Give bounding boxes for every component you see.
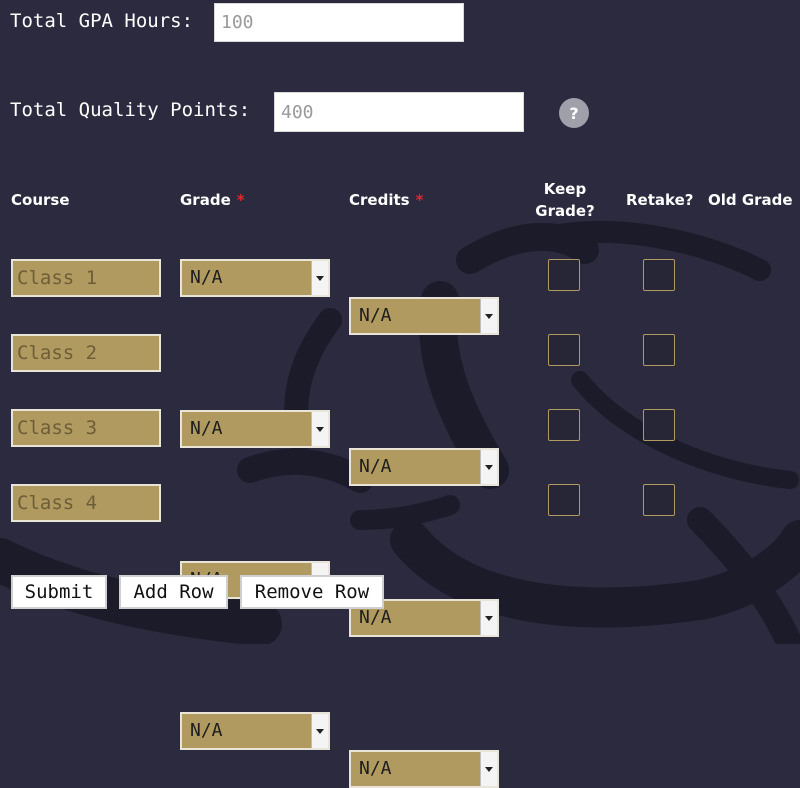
retake-checkbox-1[interactable] <box>643 259 675 291</box>
quality-points-label: Total Quality Points: <box>10 99 251 121</box>
credits-select-value: N/A <box>359 305 392 326</box>
keep-grade-checkbox-1[interactable] <box>548 259 580 291</box>
quality-points-input[interactable] <box>274 92 524 132</box>
grade-select-4[interactable]: N/A <box>180 712 330 750</box>
grade-select-1[interactable]: N/A <box>180 259 330 297</box>
required-marker: * <box>236 191 245 209</box>
keep-grade-checkbox-3[interactable] <box>548 409 580 441</box>
header-keep-grade-line1: Keep <box>543 180 587 198</box>
grade-select-value: N/A <box>190 267 223 288</box>
course-input-4[interactable] <box>11 484 161 522</box>
keep-grade-checkbox-2[interactable] <box>548 334 580 366</box>
chevron-down-icon <box>480 450 497 484</box>
credits-select-4[interactable]: N/A <box>349 750 499 788</box>
chevron-down-icon <box>480 299 497 333</box>
header-course: Course <box>11 189 70 211</box>
retake-checkbox-2[interactable] <box>643 334 675 366</box>
retake-checkbox-4[interactable] <box>643 484 675 516</box>
course-input-1[interactable] <box>11 259 161 297</box>
retake-checkbox-3[interactable] <box>643 409 675 441</box>
remove-row-button[interactable]: Remove Row <box>240 575 384 609</box>
credits-select-1[interactable]: N/A <box>349 297 499 335</box>
credits-select-value: N/A <box>359 456 392 477</box>
chevron-down-icon <box>311 261 328 295</box>
header-old-grade: Old Grade <box>708 191 793 209</box>
header-grade-text: Grade <box>180 191 231 209</box>
header-keep-grade-line2: Grade? <box>535 202 595 220</box>
credits-select-value: N/A <box>359 758 392 779</box>
submit-button[interactable]: Submit <box>11 575 107 609</box>
header-credits-text: Credits <box>349 191 410 209</box>
header-grade: Grade * <box>180 189 245 211</box>
chevron-down-icon <box>480 601 497 635</box>
header-course-text: Course <box>11 191 70 209</box>
credits-select-value: N/A <box>359 607 392 628</box>
chevron-down-icon <box>311 412 328 446</box>
grade-select-value: N/A <box>190 720 223 741</box>
required-marker: * <box>415 191 424 209</box>
grade-select-2[interactable]: N/A <box>180 410 330 448</box>
gpa-hours-label: Total GPA Hours: <box>10 10 194 32</box>
grade-select-value: N/A <box>190 418 223 439</box>
chevron-down-icon <box>480 752 497 786</box>
header-credits: Credits * <box>349 189 423 211</box>
help-icon[interactable]: ? <box>559 98 589 128</box>
keep-grade-checkbox-4[interactable] <box>548 484 580 516</box>
add-row-button[interactable]: Add Row <box>119 575 228 609</box>
gpa-hours-input[interactable] <box>214 3 464 42</box>
course-input-3[interactable] <box>11 409 161 447</box>
header-keep-grade: Keep Grade? <box>522 178 608 222</box>
chevron-down-icon <box>311 714 328 748</box>
header-retake: Retake? <box>626 191 694 209</box>
course-input-2[interactable] <box>11 334 161 372</box>
credits-select-2[interactable]: N/A <box>349 448 499 486</box>
